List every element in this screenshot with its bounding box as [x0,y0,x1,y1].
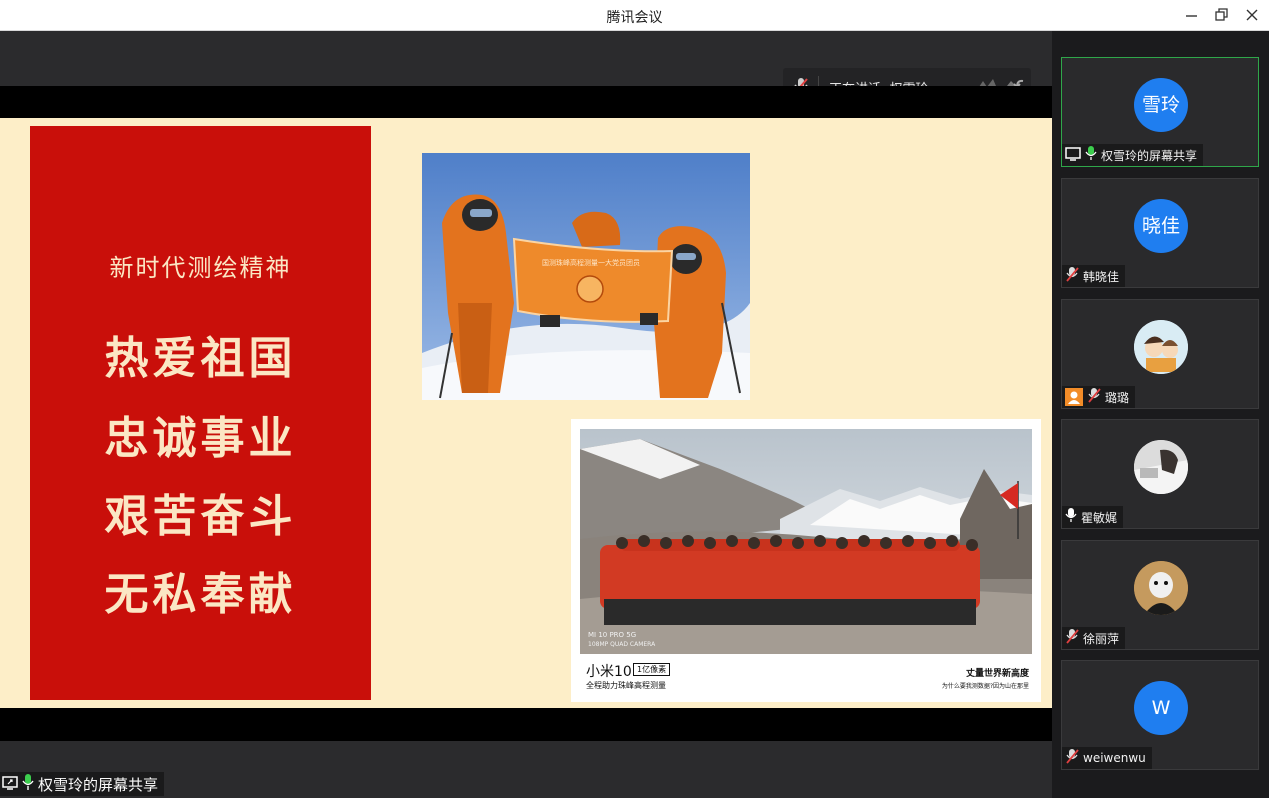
avatar: 晓佳 [1134,199,1188,253]
mic-on-icon [1065,507,1077,527]
base-camp-photo: MI 10 PRO 5G 108MP QUAD CAMERA [580,429,1032,654]
share-indicator-name: 权雪玲的屏幕共享 [38,775,159,794]
participant-name: weiwenwu [1083,751,1146,765]
participant-tile[interactable]: 雪玲 权雪玲的屏幕共享 [1061,57,1259,167]
letterbox-top [0,86,1052,118]
avatar: 雪玲 [1134,78,1188,132]
mic-on-icon [21,773,35,795]
participant-tile[interactable]: 徐丽萍 [1061,540,1259,650]
photo-avatar-icon [1134,561,1188,615]
slide-line-3: 艰苦奋斗 [104,491,297,542]
participant-namebox: 瞿敏娓 [1062,506,1124,528]
participant-namebox: weiwenwu [1062,747,1152,769]
window-title: 腾讯会议 [606,10,663,26]
slide-line-2: 忠诚事业 [104,413,297,464]
participant-name: 徐丽萍 [1083,631,1120,646]
muted-mic-icon [1065,748,1079,768]
participant-name: 权雪玲的屏幕共享 [1101,148,1198,163]
slide-red-panel: 新时代测绘精神 热爱祖国 忠诚事业 艰苦奋斗 无私奉献 [30,126,371,700]
minimize-button[interactable] [1181,5,1203,25]
close-button[interactable] [1241,5,1263,25]
brand-badge: 1亿像素 [633,663,671,676]
restore-icon [1215,8,1228,21]
minimize-icon [1186,15,1197,17]
close-icon [1246,9,1258,21]
muted-mic-icon [1087,387,1101,407]
participant-namebox: 权雪玲的屏幕共享 [1062,144,1204,166]
watermark-model: MI 10 PRO 5G [588,631,636,639]
banner-text: 国测珠峰高程测量一大党员团员 [542,258,640,267]
slide-line-1: 热爱祖国 [104,333,297,384]
participant-name: 瞿敏娓 [1081,510,1118,525]
climbers-summit-photo: 国测珠峰高程测量一大党员团员 [422,153,750,400]
cartoon-avatar-icon [1134,320,1188,374]
mic-on-icon [1085,145,1097,165]
letterbox-bottom [0,708,1052,741]
host-badge-icon [1065,388,1083,406]
base-camp-photo-card: MI 10 PRO 5G 108MP QUAD CAMERA 小米10 1亿像素… [571,419,1041,702]
participant-namebox: 璐璐 [1062,386,1136,408]
avatar: W [1134,681,1188,735]
avatar [1134,561,1188,615]
participant-tile[interactable]: 晓佳 韩晓佳 [1061,178,1259,288]
caption-left: 全程助力珠峰高程测量 [586,681,666,690]
avatar [1134,440,1188,494]
screen-share-icon [1065,146,1081,165]
photo-avatar-icon [1134,440,1188,494]
caption-right-sub: 为什么要我测数据?因为山在那里 [941,683,1029,690]
avatar [1134,320,1188,374]
participant-namebox: 徐丽萍 [1062,627,1126,649]
caption-right-title: 丈量世界新高度 [965,669,1029,679]
muted-mic-icon [1065,628,1079,648]
participant-tile[interactable]: 瞿敏娓 [1061,419,1259,529]
participant-sidebar: 雪玲 权雪玲的屏幕共享 晓佳 韩晓佳 璐璐 瞿敏娓 徐丽萍 W weiwenwu [1052,31,1269,798]
watermark-camera: 108MP QUAD CAMERA [588,641,656,648]
participant-tile[interactable]: 璐璐 [1061,299,1259,409]
screen-share-icon [2,775,18,794]
participant-name: 韩晓佳 [1083,269,1120,284]
slide-line-4: 无私奉献 [104,569,297,620]
shared-slide: 新时代测绘精神 热爱祖国 忠诚事业 艰苦奋斗 无私奉献 国测珠峰高程测量一大党员… [0,118,1052,708]
screen-share-indicator: 权雪玲的屏幕共享 [0,772,165,796]
muted-mic-icon [1065,266,1079,286]
participant-namebox: 韩晓佳 [1062,265,1126,287]
participant-tile[interactable]: W weiwenwu [1061,660,1259,770]
participant-name: 璐璐 [1105,390,1130,405]
slide-subtitle: 新时代测绘精神 [109,254,292,282]
brand-name: 小米10 [586,664,632,680]
restore-button[interactable] [1211,5,1233,25]
window-titlebar: 腾讯会议 [0,0,1269,31]
